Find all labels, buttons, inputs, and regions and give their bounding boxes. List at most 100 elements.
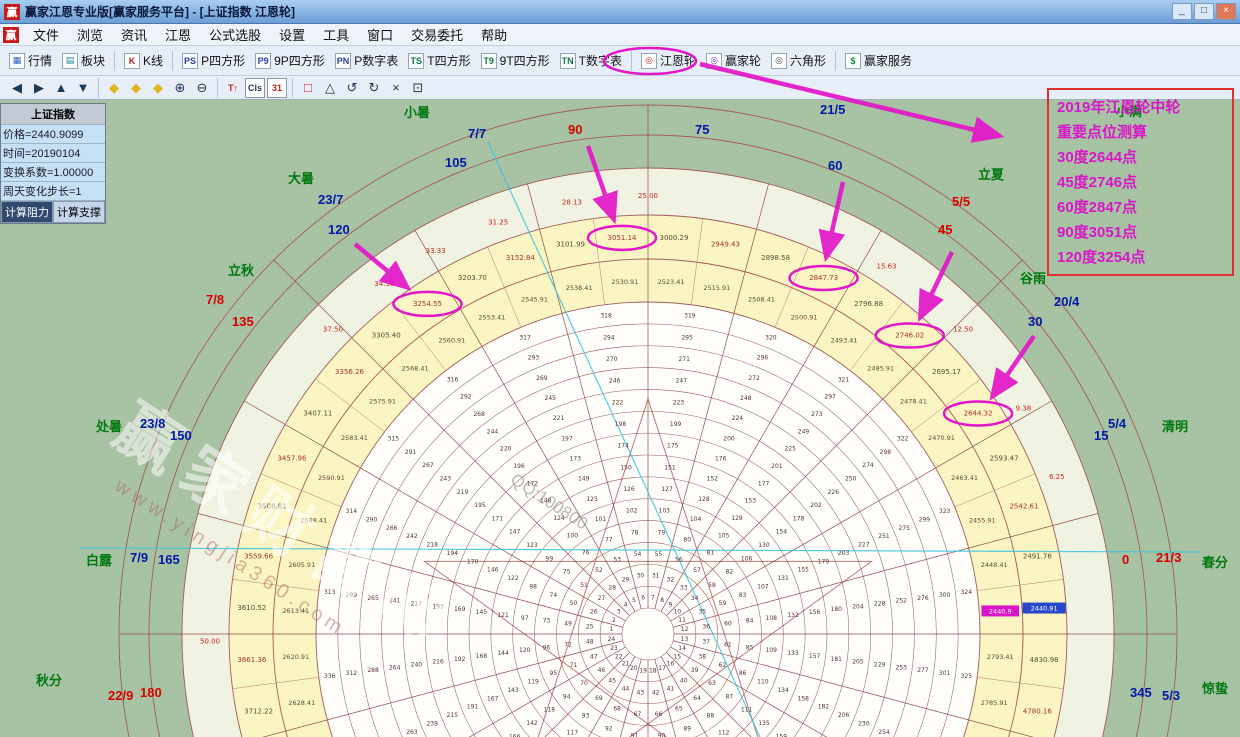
- svg-text:145: 145: [476, 609, 488, 616]
- svg-text:242: 242: [406, 533, 418, 540]
- svg-text:35: 35: [698, 609, 706, 616]
- svg-text:152: 152: [707, 476, 719, 483]
- app-logo-icon: 赢: [4, 4, 20, 20]
- menu-item-7[interactable]: 工具: [314, 25, 358, 44]
- menu-item-2[interactable]: 浏览: [68, 25, 112, 44]
- svg-text:2796.88: 2796.88: [854, 300, 883, 308]
- toolbar-button-winner-wheel[interactable]: ◎赢家轮: [701, 49, 766, 73]
- svg-text:50.00: 50.00: [200, 638, 220, 646]
- menu-item-4[interactable]: 江恩: [156, 25, 200, 44]
- svg-text:200: 200: [723, 435, 735, 442]
- svg-text:290: 290: [366, 517, 378, 524]
- svg-text:3101.99: 3101.99: [556, 241, 585, 249]
- toolbar-button-hexagon[interactable]: ◎六角形: [766, 49, 831, 73]
- toolbar-button-t-number-table[interactable]: TNT数字表: [555, 49, 627, 73]
- triangle-tool-icon[interactable]: △: [320, 78, 340, 98]
- close-x-icon[interactable]: ×: [386, 78, 406, 98]
- svg-text:239: 239: [426, 720, 438, 727]
- diamond-icon-1[interactable]: ◆: [104, 78, 124, 98]
- svg-text:2523.41: 2523.41: [658, 278, 685, 286]
- toolbar-button-winner-service[interactable]: $赢家服务: [840, 49, 917, 73]
- svg-text:94: 94: [563, 693, 571, 700]
- svg-text:21: 21: [622, 660, 630, 667]
- menu-item-6[interactable]: 设置: [270, 25, 314, 44]
- rect-tool-icon[interactable]: □: [298, 78, 318, 98]
- toolbar-button-t-square[interactable]: TST四方形: [403, 49, 475, 73]
- rotate-right-icon[interactable]: ↻: [364, 78, 384, 98]
- menu-item-3[interactable]: 资讯: [112, 25, 156, 44]
- svg-text:168: 168: [476, 653, 488, 660]
- svg-text:277: 277: [917, 667, 929, 674]
- nav-forward-icon[interactable]: ▶: [29, 78, 49, 98]
- toolbar-button-gann-wheel[interactable]: ◎江恩轮: [636, 49, 701, 73]
- calendar-icon[interactable]: 31: [267, 78, 287, 98]
- toolbar-button-quotes[interactable]: ▦行情: [4, 49, 57, 73]
- svg-text:32: 32: [667, 577, 675, 584]
- svg-text:34: 34: [691, 595, 699, 602]
- svg-text:19: 19: [639, 668, 647, 675]
- diamond-icon-3[interactable]: ◆: [148, 78, 168, 98]
- svg-text:107: 107: [757, 583, 769, 590]
- toolbar-button-9t-square[interactable]: T99T四方形: [476, 49, 555, 73]
- toolbar-button-kline[interactable]: KK线: [119, 49, 168, 73]
- svg-text:205: 205: [852, 659, 864, 666]
- svg-text:295: 295: [681, 334, 693, 341]
- svg-text:246: 246: [609, 378, 621, 385]
- pointer-icon[interactable]: ▲: [51, 78, 71, 98]
- menu-item-9[interactable]: 交易委托: [402, 25, 472, 44]
- toolbar-button-sectors[interactable]: ▤板块: [57, 49, 110, 73]
- svg-text:24: 24: [608, 636, 616, 643]
- menu-item-8[interactable]: 窗口: [358, 25, 402, 44]
- svg-text:79: 79: [658, 529, 666, 536]
- gann-wheel-chart[interactable]: 1234567891011121314151617181920212223242…: [0, 100, 1240, 737]
- select-tool-icon[interactable]: ⊡: [408, 78, 428, 98]
- toolbar-button-p-number-table[interactable]: PNP数字表: [330, 49, 404, 73]
- toolbar-button-p-square[interactable]: PSP四方形: [177, 49, 250, 73]
- svg-text:135: 135: [758, 720, 770, 727]
- close-button[interactable]: ×: [1216, 3, 1236, 20]
- svg-text:36: 36: [702, 623, 710, 630]
- diamond-icon-2[interactable]: ◆: [126, 78, 146, 98]
- svg-text:2695.17: 2695.17: [932, 368, 961, 376]
- minimize-button[interactable]: _: [1172, 3, 1192, 20]
- t-up-icon[interactable]: T↑: [223, 78, 243, 98]
- svg-text:320: 320: [765, 334, 777, 341]
- menu-item-10[interactable]: 帮助: [472, 25, 516, 44]
- svg-text:56: 56: [675, 557, 683, 564]
- menu-item-1[interactable]: 文件: [24, 25, 68, 44]
- calc-resistance-button[interactable]: 计算阻力: [1, 201, 53, 223]
- svg-text:226: 226: [828, 489, 840, 496]
- toolbar-button-9p-square[interactable]: P99P四方形: [250, 49, 330, 73]
- nav-back-icon[interactable]: ◀: [7, 78, 27, 98]
- svg-text:263: 263: [406, 729, 418, 736]
- info-row-3: 变换系数=1.00000: [1, 162, 105, 181]
- toolbar-separator: [217, 78, 218, 98]
- rotate-left-icon[interactable]: ↺: [342, 78, 362, 98]
- svg-text:10: 10: [673, 609, 681, 616]
- svg-text:95: 95: [550, 670, 558, 677]
- svg-text:241: 241: [389, 598, 401, 605]
- filter-icon[interactable]: ▼: [73, 78, 93, 98]
- svg-text:3: 3: [617, 609, 621, 616]
- svg-text:134: 134: [777, 687, 789, 694]
- menu-item-5[interactable]: 公式选股: [200, 25, 270, 44]
- svg-text:74: 74: [550, 592, 558, 599]
- maximize-button[interactable]: □: [1194, 3, 1214, 20]
- svg-text:75: 75: [563, 569, 571, 576]
- zoom-out-icon[interactable]: ⊖: [192, 78, 212, 98]
- calc-support-button[interactable]: 计算支撑: [53, 201, 105, 223]
- svg-text:57: 57: [693, 567, 701, 574]
- svg-text:25.00: 25.00: [638, 192, 658, 200]
- chart-area[interactable]: 1234567891011121314151617181920212223242…: [0, 100, 1240, 737]
- zoom-in-icon[interactable]: ⊕: [170, 78, 190, 98]
- cls-button[interactable]: Cls: [245, 78, 265, 98]
- svg-text:229: 229: [874, 661, 886, 668]
- svg-text:33: 33: [680, 584, 688, 591]
- svg-text:192: 192: [454, 656, 466, 663]
- svg-text:245: 245: [545, 395, 557, 402]
- svg-text:14: 14: [678, 645, 686, 652]
- svg-text:2470.91: 2470.91: [928, 434, 955, 442]
- svg-text:6.25: 6.25: [1049, 473, 1065, 481]
- svg-text:38: 38: [698, 653, 706, 660]
- svg-text:15: 15: [673, 653, 681, 660]
